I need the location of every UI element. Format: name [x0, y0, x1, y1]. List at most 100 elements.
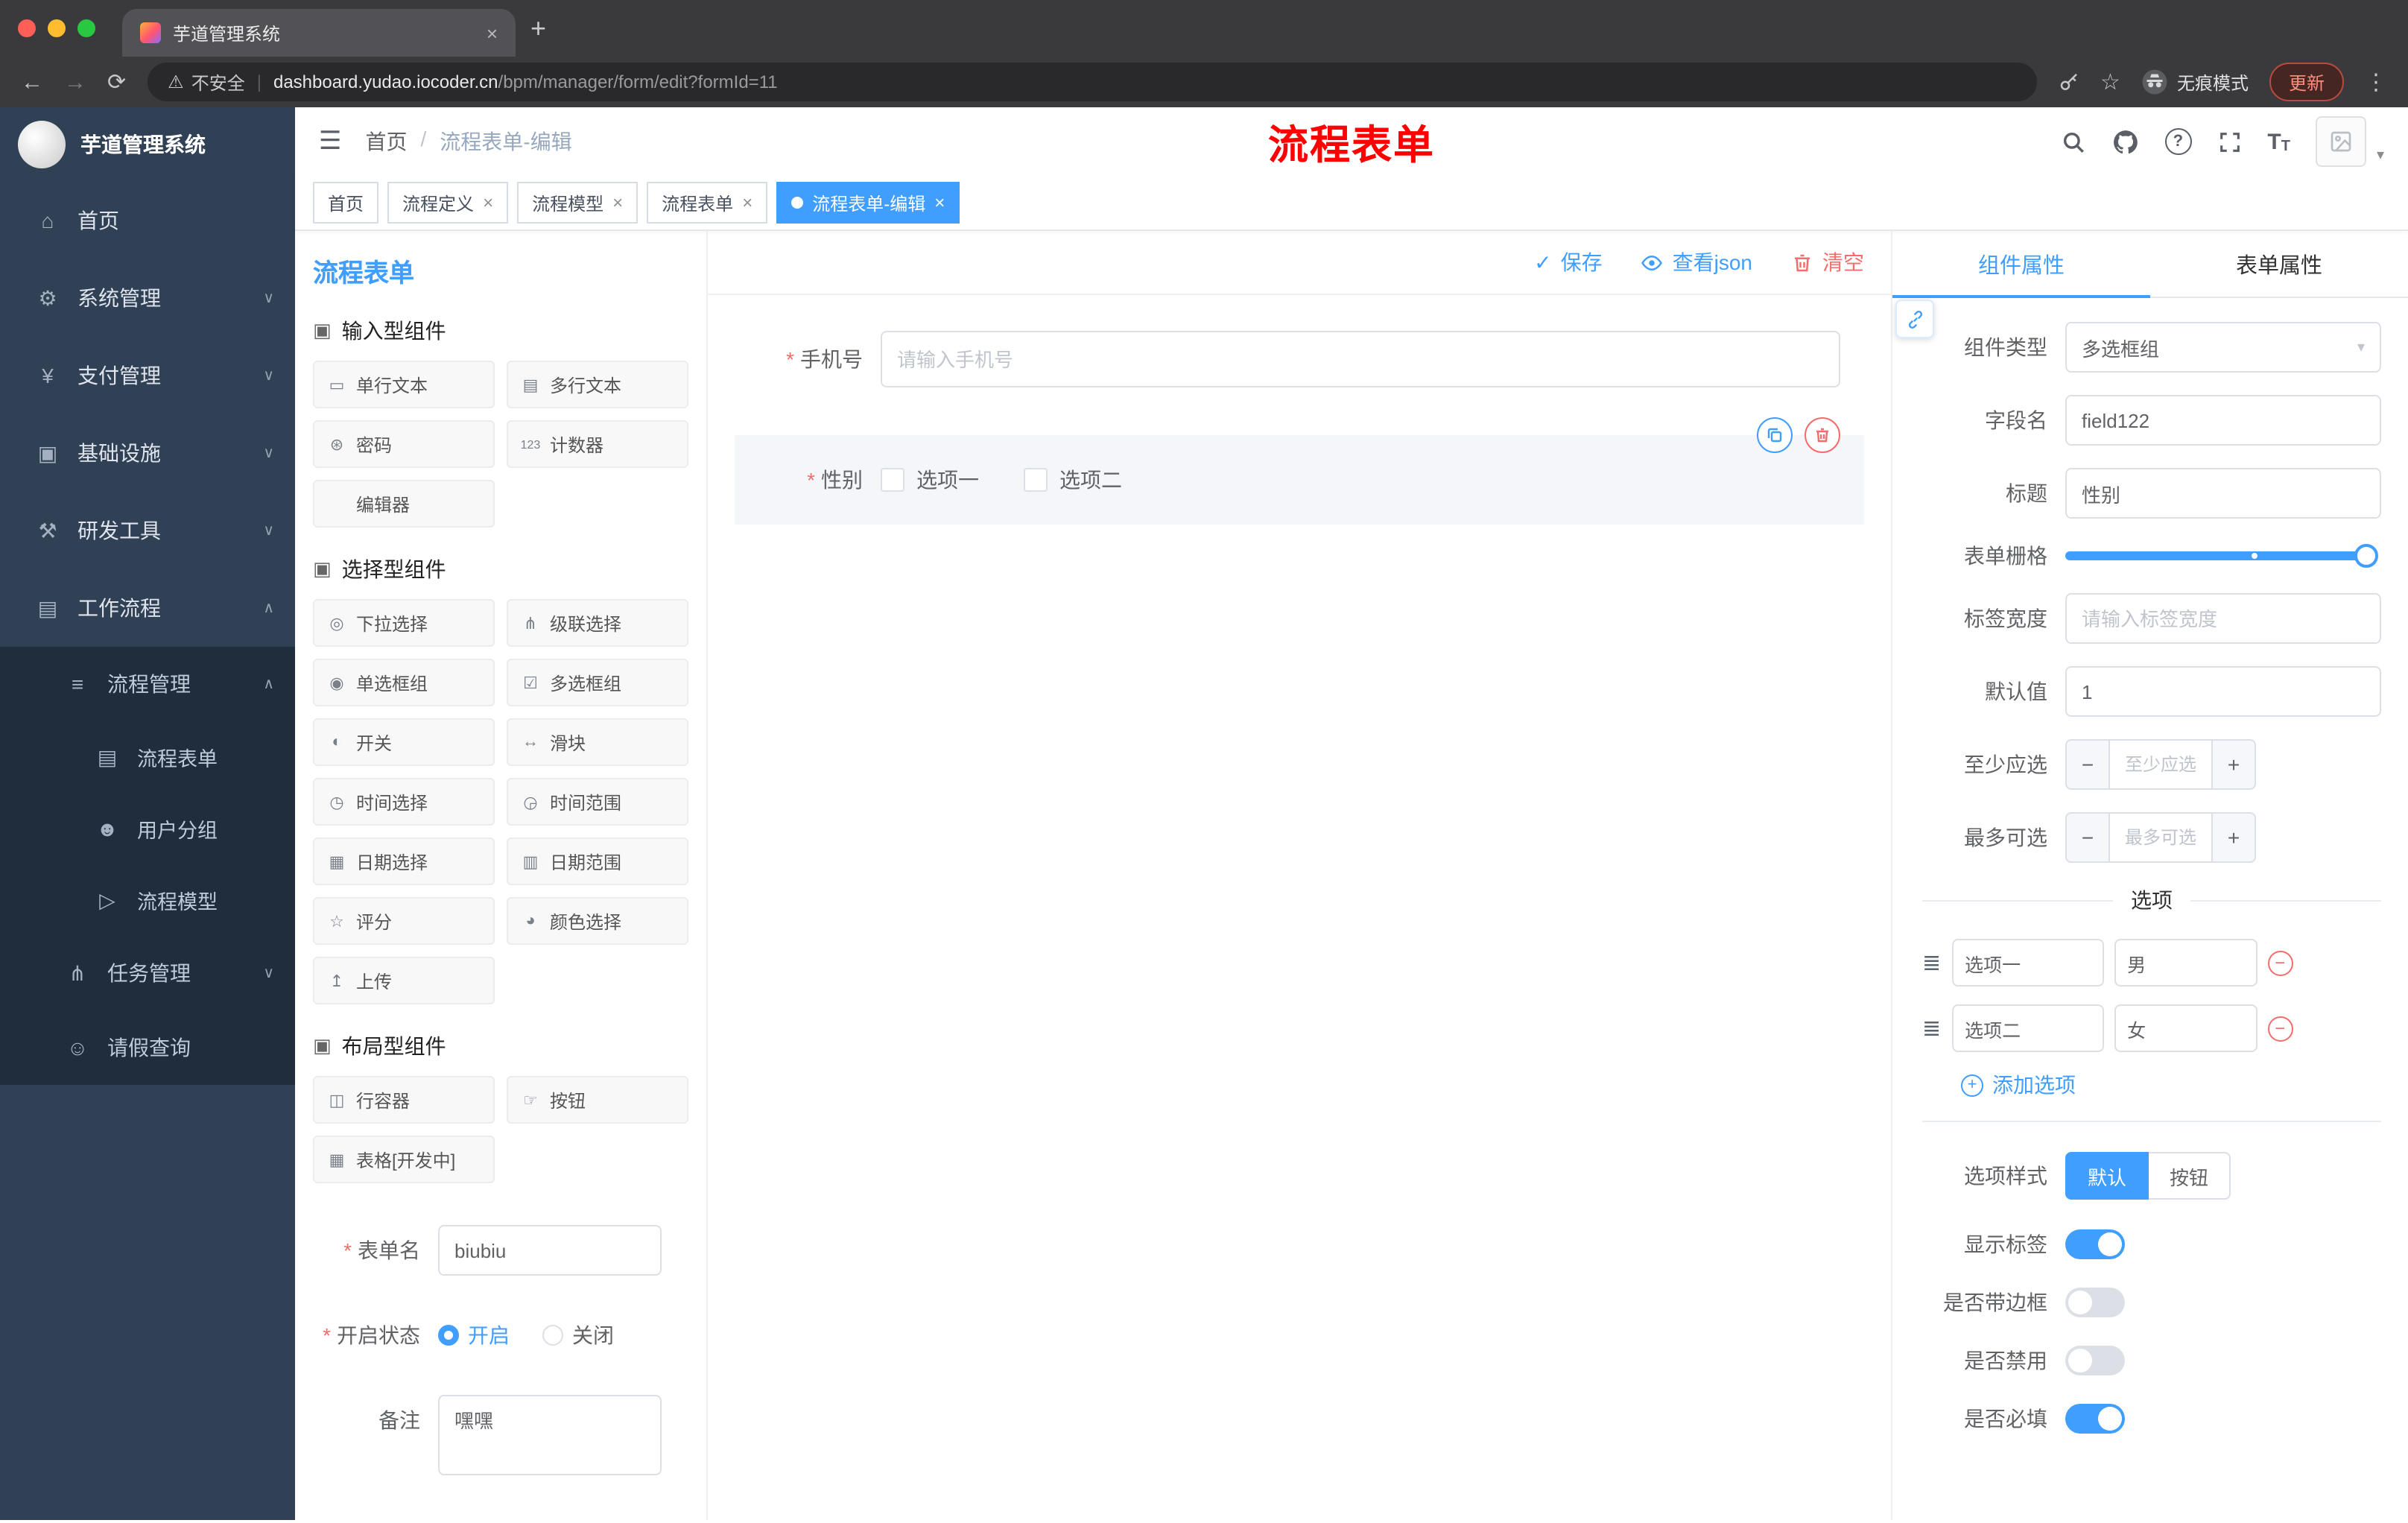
tag-process-form-edit[interactable]: 流程表单-编辑 ×: [776, 182, 960, 224]
tab-close-icon[interactable]: ×: [487, 22, 498, 44]
sidebar-item-infrastructure[interactable]: ▣ 基础设施 ∨: [0, 414, 295, 492]
caret-down-icon[interactable]: ▾: [2377, 148, 2384, 164]
hamburger-icon[interactable]: ☰: [319, 127, 342, 156]
browser-menu-icon[interactable]: ⋮: [2365, 69, 2387, 95]
font-size-icon[interactable]: TT: [2267, 129, 2290, 154]
gender-option-2[interactable]: 选项二: [1024, 465, 1122, 495]
security-warning-icon[interactable]: ⚠: [168, 72, 184, 92]
drag-handle-icon[interactable]: ≣: [1922, 1015, 1941, 1042]
show-label-toggle[interactable]: [2065, 1229, 2125, 1259]
tag-process-definition[interactable]: 流程定义 ×: [387, 182, 509, 224]
field-name-input[interactable]: [2065, 395, 2381, 446]
increase-button[interactable]: +: [2211, 814, 2255, 861]
sidebar-item-payment[interactable]: ¥ 支付管理 ∨: [0, 337, 295, 414]
close-icon[interactable]: ×: [483, 192, 493, 213]
close-icon[interactable]: ×: [742, 192, 752, 213]
border-toggle[interactable]: [2065, 1288, 2125, 1317]
style-default-button[interactable]: 默认: [2065, 1152, 2149, 1200]
breadcrumb-home[interactable]: 首页: [366, 127, 408, 156]
palette-item-switch[interactable]: ◐ 开关: [313, 718, 495, 766]
bookmark-star-icon[interactable]: ☆: [2100, 69, 2120, 95]
slider-handle[interactable]: [2354, 544, 2378, 568]
option-value-input[interactable]: [2114, 939, 2258, 987]
password-key-icon[interactable]: [2057, 71, 2079, 93]
sidebar-item-workflow[interactable]: ▤ 工作流程 ∧: [0, 569, 295, 647]
sidebar-item-task-management[interactable]: ⋔ 任务管理 ∨: [0, 936, 295, 1010]
window-zoom-button[interactable]: [77, 19, 95, 37]
decrease-button[interactable]: −: [2067, 814, 2110, 861]
min-select-input[interactable]: [2110, 741, 2211, 788]
tag-process-model[interactable]: 流程模型 ×: [517, 182, 639, 224]
palette-item-textarea[interactable]: ▤ 多行文本: [507, 361, 688, 408]
link-icon[interactable]: [1895, 300, 1934, 338]
option-label-input[interactable]: [1951, 1004, 2104, 1052]
avatar[interactable]: [2315, 116, 2366, 167]
form-name-input[interactable]: [438, 1225, 662, 1276]
forward-icon[interactable]: →: [64, 69, 86, 95]
palette-item-counter[interactable]: 123 计数器: [507, 420, 688, 468]
delete-component-button[interactable]: [1805, 417, 1840, 453]
palette-item-color-picker[interactable]: ◕ 颜色选择: [507, 897, 688, 945]
sidebar-item-leave-query[interactable]: ☺ 请假查询: [0, 1010, 295, 1085]
max-select-input[interactable]: [2110, 814, 2211, 861]
palette-item-upload[interactable]: ↥ 上传: [313, 957, 495, 1004]
sidebar-item-user-group[interactable]: ☻ 用户分组: [0, 793, 295, 864]
increase-button[interactable]: +: [2211, 741, 2255, 788]
window-minimize-button[interactable]: [48, 19, 66, 37]
label-width-input[interactable]: [2065, 593, 2381, 644]
component-type-select[interactable]: 多选框组 ▾: [2065, 322, 2381, 373]
palette-item-button[interactable]: ☞ 按钮: [507, 1076, 688, 1124]
save-button[interactable]: ✓ 保存: [1534, 247, 1602, 277]
reload-icon[interactable]: ⟳: [107, 69, 126, 95]
status-radio-off[interactable]: 关闭: [542, 1320, 614, 1350]
github-icon[interactable]: [2111, 127, 2139, 156]
title-input[interactable]: [2065, 468, 2381, 519]
sidebar-item-process-model[interactable]: ▷ 流程模型: [0, 864, 295, 936]
sidebar-item-process-form[interactable]: ▤ 流程表单: [0, 721, 295, 793]
style-button-button[interactable]: 按钮: [2149, 1152, 2231, 1200]
drag-handle-icon[interactable]: ≣: [1922, 949, 1941, 976]
add-option-button[interactable]: + 添加选项: [1961, 1070, 2381, 1100]
palette-item-rate[interactable]: ☆ 评分: [313, 897, 495, 945]
checkbox[interactable]: [1024, 468, 1048, 492]
form-remark-textarea[interactable]: 嘿嘿: [438, 1395, 662, 1475]
required-toggle[interactable]: [2065, 1404, 2125, 1434]
sidebar-item-home[interactable]: ⌂ 首页: [0, 182, 295, 259]
tab-form-props[interactable]: 表单属性: [2150, 231, 2408, 297]
browser-tab[interactable]: 芋道管理系统 ×: [122, 9, 516, 57]
palette-item-row-container[interactable]: ◫ 行容器: [313, 1076, 495, 1124]
palette-item-checkbox-group[interactable]: ☑ 多选框组: [507, 659, 688, 706]
palette-item-editor[interactable]: 编辑器: [313, 480, 495, 528]
palette-item-date-picker[interactable]: ▦ 日期选择: [313, 838, 495, 885]
remove-option-icon[interactable]: −: [2267, 1016, 2293, 1041]
status-radio-on[interactable]: 开启: [438, 1320, 510, 1350]
field-gender-selected[interactable]: 性别 选项一 选项二: [735, 417, 1864, 525]
palette-item-time-picker[interactable]: ◷ 时间选择: [313, 778, 495, 826]
option-label-input[interactable]: [1951, 939, 2104, 987]
gender-option-1[interactable]: 选项一: [881, 465, 979, 495]
palette-item-slider[interactable]: ↔ 滑块: [507, 718, 688, 766]
tag-home[interactable]: 首页: [313, 182, 379, 224]
remove-option-icon[interactable]: −: [2267, 950, 2293, 975]
palette-item-radio-group[interactable]: ◉ 单选框组: [313, 659, 495, 706]
palette-item-select[interactable]: ◎ 下拉选择: [313, 599, 495, 647]
close-icon[interactable]: ×: [934, 192, 945, 213]
palette-item-cascader[interactable]: ⋔ 级联选择: [507, 599, 688, 647]
window-close-button[interactable]: [18, 19, 36, 37]
phone-input[interactable]: [881, 331, 1840, 387]
help-icon[interactable]: ?: [2164, 128, 2192, 155]
sidebar-item-devtools[interactable]: ⚒ 研发工具 ∨: [0, 492, 295, 569]
checkbox[interactable]: [881, 468, 904, 492]
grid-slider[interactable]: [2065, 544, 2378, 568]
copy-component-button[interactable]: [1757, 417, 1793, 453]
new-tab-button[interactable]: +: [530, 13, 546, 44]
disabled-toggle[interactable]: [2065, 1346, 2125, 1375]
decrease-button[interactable]: −: [2067, 741, 2110, 788]
clear-button[interactable]: 清空: [1791, 247, 1864, 277]
sidebar-item-system[interactable]: ⚙ 系统管理 ∨: [0, 259, 295, 337]
back-icon[interactable]: ←: [21, 69, 43, 95]
tag-process-form[interactable]: 流程表单 ×: [647, 182, 768, 224]
search-icon[interactable]: [2060, 129, 2085, 154]
palette-item-table[interactable]: ▦ 表格[开发中]: [313, 1136, 495, 1183]
palette-item-password[interactable]: ⊛ 密码: [313, 420, 495, 468]
